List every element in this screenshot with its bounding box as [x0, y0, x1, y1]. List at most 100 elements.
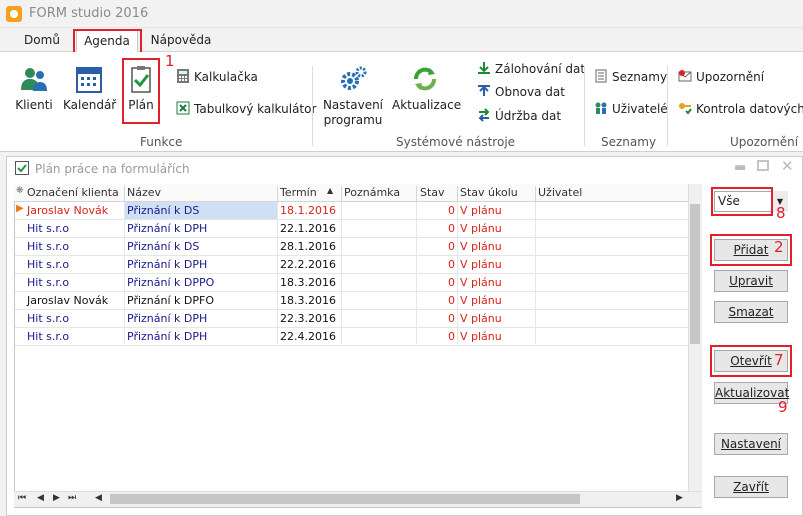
uzivatele-label: Uživatelé [612, 102, 668, 116]
table-row[interactable]: Hit s.r.o Přiznání k DS 28.1.2016 0 V plánu [15, 238, 688, 256]
klienti-label: Klienti [15, 98, 53, 112]
udrzba-label: Údržba dat [495, 109, 562, 123]
window-plan-icon [15, 161, 29, 175]
list-document-icon [594, 69, 608, 83]
ribbon-separator [667, 66, 668, 146]
pridat-label: Přidat [733, 243, 769, 257]
table-row[interactable]: Hit s.r.o Přiznání k DPH 22.2.2016 0 V plánu [15, 256, 688, 274]
key-check-icon [678, 101, 692, 115]
horizontal-scroll-thumb[interactable] [110, 494, 580, 504]
swap-arrows-icon [477, 108, 491, 122]
upravit-button[interactable]: Upravit [714, 270, 788, 292]
annotation-7: 7 [774, 351, 784, 369]
group-label-seznamy: Seznamy [601, 135, 657, 149]
cell-termin: 28.1.2016 [280, 240, 336, 253]
cell-stav: 0 [448, 294, 455, 307]
table-row[interactable]: Jaroslav Novák Přiznání k DPFO 18.3.2016 0 V… [15, 292, 688, 310]
mail-alert-icon [678, 69, 692, 83]
nastaveni-label-2: programu [323, 113, 383, 127]
nastaveni-button[interactable]: Nastavení [714, 433, 788, 455]
minimize-icon[interactable]: ▬ [734, 160, 746, 175]
cell-klient: Jaroslav Novák [27, 294, 109, 307]
last-record-icon[interactable]: ⏭ [68, 493, 76, 503]
table-row[interactable]: Hit s.r.o Přiznání k DPPO 18.3.2016 0 V plán… [15, 274, 688, 292]
table-row[interactable]: Hit s.r.o Přiznání k DPH 22.3.2016 0 V plánu [15, 310, 688, 328]
cell-termin: 18.1.2016 [280, 204, 336, 217]
column-header-stav[interactable]: Stav [420, 186, 445, 199]
cell-stav: 0 [448, 222, 455, 235]
kalendar-button[interactable]: Kalendář [63, 64, 116, 113]
table-row[interactable]: Hit s.r.o Přiznání k DPH 22.4.2016 0 V plánu [15, 328, 688, 346]
scroll-left-icon[interactable]: ◀ [95, 493, 102, 503]
klienti-button[interactable]: Klienti [12, 64, 56, 113]
column-header-uzivatel[interactable]: Uživatel [538, 186, 582, 199]
cell-nazev: Přiznání k DPH [127, 222, 208, 235]
app-title: FORM studio 2016 [29, 6, 149, 21]
current-row-indicator-icon: ▶ [16, 203, 24, 214]
grid-vline [277, 202, 278, 344]
group-label-funkce: Funkce [140, 135, 183, 149]
obnova-button[interactable]: Obnova dat [477, 83, 565, 101]
refresh-icon [410, 64, 440, 94]
clipboard-check-icon [126, 64, 156, 94]
cell-nazev: Přiznání k DPPO [127, 276, 215, 289]
table-row[interactable]: ▶ Jaroslav Novák Přiznání k DS 18.1.2016 0 V … [15, 202, 688, 220]
annotation-2: 2 [774, 238, 784, 256]
aktualizace-label: Aktualizace [392, 98, 462, 112]
cell-nazev: Přiznání k DPFO [127, 294, 214, 307]
vertical-scroll-thumb[interactable] [690, 204, 700, 344]
cell-klient: Hit s.r.o [27, 240, 70, 253]
tabulkovy-kalkulator-button[interactable]: Tabulkový kalkulátor [176, 100, 316, 118]
annotation-9: 9 [778, 398, 788, 416]
smazat-button[interactable]: Smazat [714, 301, 788, 323]
tab-domu[interactable]: Domů [18, 30, 66, 52]
close-icon[interactable]: ✕ [781, 157, 794, 175]
previous-record-icon[interactable]: ◀ [37, 493, 44, 503]
column-header-stav-ukolu[interactable]: Stav úkolu [460, 186, 518, 199]
ribbon-separator [312, 66, 313, 146]
plan-button[interactable]: Plán [124, 64, 158, 113]
aktualizace-button[interactable]: Aktualizace [392, 64, 462, 113]
cell-nazev: Přiznání k DS [127, 240, 200, 253]
tab-napoveda[interactable]: Nápověda [148, 30, 214, 52]
nastaveni-programu-button[interactable]: Nastavení programu [322, 64, 384, 128]
table-row[interactable]: Hit s.r.o Přiznání k DPH 22.1.2016 0 V plánu [15, 220, 688, 238]
scroll-right-icon[interactable]: ▶ [676, 493, 683, 503]
column-header-klient[interactable]: Označení klienta [27, 186, 119, 199]
zalohovani-label: Zálohování dat [495, 62, 586, 76]
tab-agenda[interactable]: Agenda [76, 30, 138, 52]
zavrit-button[interactable]: Zavřít [714, 476, 788, 498]
cell-stav-ukolu: V plánu [460, 222, 502, 235]
cell-stav-ukolu: V plánu [460, 312, 502, 325]
cell-stav-ukolu: V plánu [460, 258, 502, 271]
zalohovani-button[interactable]: Zálohování dat [477, 60, 585, 78]
nastaveni-label-1: Nastavení [322, 98, 384, 112]
zavrit-label: Zavřít [733, 480, 769, 494]
column-header-poznamka[interactable]: Poznámka [344, 186, 400, 199]
aktualizovat-button[interactable]: Aktualizovat [714, 382, 789, 404]
column-header-termin[interactable]: Termín [280, 186, 317, 199]
calendar-icon [74, 64, 104, 94]
app-logo-icon [6, 6, 22, 22]
seznamy-button[interactable]: Seznamy [594, 68, 667, 86]
cell-klient: Hit s.r.o [27, 258, 70, 271]
cell-termin: 22.4.2016 [280, 330, 336, 343]
cell-stav-ukolu: V plánu [460, 276, 502, 289]
ribbon-separator [584, 66, 585, 146]
cell-termin: 22.3.2016 [280, 312, 336, 325]
kalkulacka-button[interactable]: Kalkulačka [176, 68, 258, 86]
filter-select-value: Vše [718, 194, 740, 208]
first-record-icon[interactable]: ⏮ [18, 493, 26, 503]
column-header-nazev[interactable]: Název [127, 186, 161, 199]
maximize-icon[interactable] [757, 160, 769, 171]
upozorneni-button[interactable]: Upozornění [678, 68, 764, 86]
column-chooser-icon[interactable]: ❋ [16, 186, 24, 196]
kontrola-button[interactable]: Kontrola datových sc [678, 100, 803, 118]
cell-nazev: Přiznání k DPH [127, 330, 208, 343]
uzivatele-button[interactable]: Uživatelé [594, 100, 668, 118]
upravit-label: Upravit [729, 274, 773, 288]
udrzba-button[interactable]: Údržba dat [477, 107, 561, 125]
next-record-icon[interactable]: ▶ [53, 493, 60, 503]
group-label-upozorneni: Upozornění [730, 135, 799, 149]
tabulkovy-label: Tabulkový kalkulátor [194, 102, 317, 116]
